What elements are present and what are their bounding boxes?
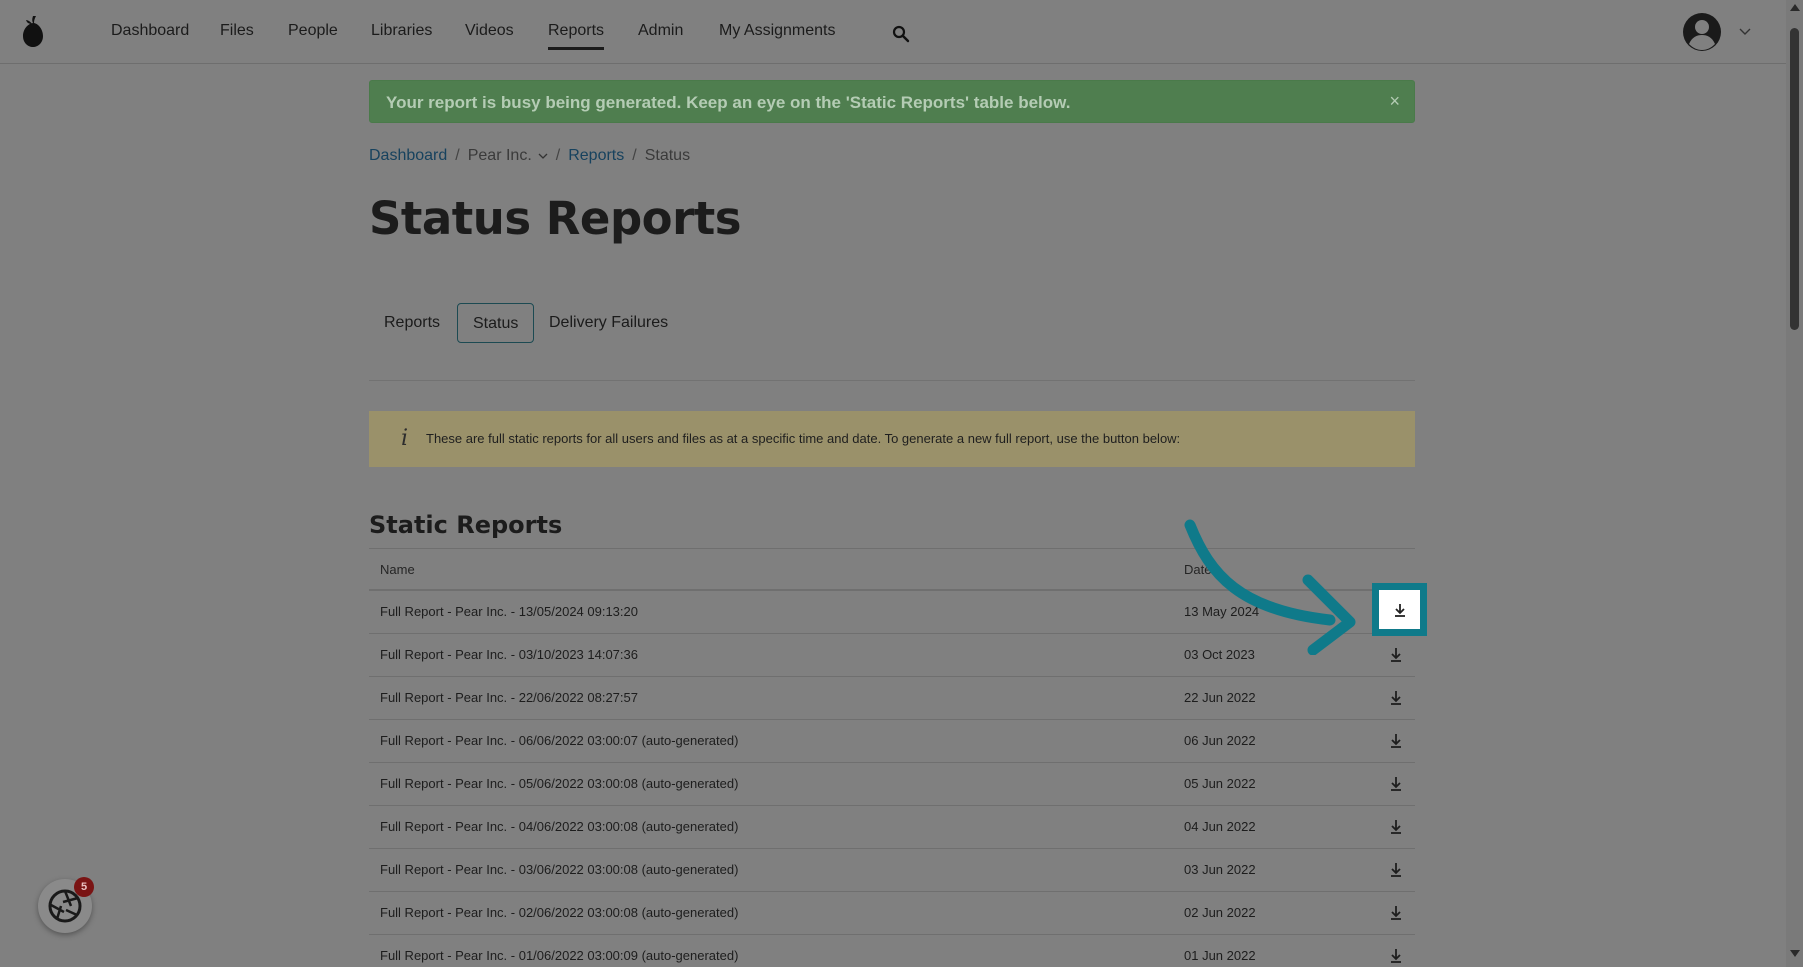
close-icon[interactable]: × [1389,91,1400,112]
report-name-cell: Full Report - Pear Inc. - 06/06/2022 03:… [380,733,739,748]
tab-reports[interactable]: Reports [369,303,455,343]
table-row: Full Report - Pear Inc. - 04/06/2022 03:… [369,806,1415,849]
report-date-cell: 06 Jun 2022 [1184,733,1256,748]
report-name-cell: Full Report - Pear Inc. - 03/10/2023 14:… [380,647,638,662]
report-name-cell: Full Report - Pear Inc. - 02/06/2022 03:… [380,905,739,920]
download-icon[interactable] [1387,947,1405,965]
scroll-thumb[interactable] [1790,28,1799,330]
annotation-arrow [1184,519,1356,655]
download-icon[interactable] [1387,818,1405,836]
table-row: Full Report - Pear Inc. - 01/06/2022 03:… [369,935,1415,967]
breadcrumb: Dashboard / Pear Inc. / Reports / Status [369,147,690,165]
table-row: Full Report - Pear Inc. - 22/06/2022 08:… [369,677,1415,720]
breadcrumb-separator: / [632,147,637,164]
highlighted-download-button[interactable] [1372,583,1427,636]
help-widget-button[interactable]: 5 [38,877,94,933]
download-icon[interactable] [1387,689,1405,707]
breadcrumb-reports[interactable]: Reports [568,147,624,164]
nav-reports[interactable]: Reports [548,22,605,50]
table-row: Full Report - Pear Inc. - 06/06/2022 03:… [369,720,1415,763]
chevron-down-icon [538,153,548,159]
nav-videos[interactable]: Videos [465,22,514,40]
report-date-cell: 02 Jun 2022 [1184,905,1256,920]
top-nav: Dashboard Files People Libraries Videos … [0,0,1786,64]
report-date-cell: 03 Jun 2022 [1184,862,1256,877]
pear-logo-icon[interactable] [20,14,46,48]
scroll-up-arrow-icon[interactable] [1790,4,1800,11]
table-row: Full Report - Pear Inc. - 02/06/2022 03:… [369,892,1415,935]
notification-badge: 5 [74,877,94,897]
report-date-cell: 01 Jun 2022 [1184,948,1256,963]
nav-people[interactable]: People [288,22,338,40]
divider [369,380,1415,381]
app-window: Dashboard Files People Libraries Videos … [0,0,1786,967]
nav-libraries[interactable]: Libraries [371,22,432,40]
scroll-down-arrow-icon[interactable] [1790,950,1800,957]
nav-my-assignments[interactable]: My Assignments [719,22,835,40]
breadcrumb-separator: / [555,147,561,164]
chevron-down-icon[interactable] [1738,26,1752,36]
report-date-cell: 05 Jun 2022 [1184,776,1256,791]
download-icon[interactable] [1387,861,1405,879]
tab-delivery-failures[interactable]: Delivery Failures [534,303,683,343]
report-date-cell: 22 Jun 2022 [1184,690,1256,705]
table-row: Full Report - Pear Inc. - 03/06/2022 03:… [369,849,1415,892]
user-avatar-icon[interactable] [1682,12,1722,52]
report-name-cell: Full Report - Pear Inc. - 04/06/2022 03:… [380,819,739,834]
nav-files[interactable]: Files [220,22,254,40]
download-icon [1395,604,1405,617]
success-alert: Your report is busy being generated. Kee… [369,80,1415,123]
report-date-cell: 04 Jun 2022 [1184,819,1256,834]
breadcrumb-separator: / [455,147,460,164]
report-name-cell: Full Report - Pear Inc. - 22/06/2022 08:… [380,690,638,705]
breadcrumb-org-dropdown[interactable]: Pear Inc. [468,147,548,164]
nav-admin[interactable]: Admin [638,22,683,40]
download-icon[interactable] [1387,775,1405,793]
info-text: These are full static reports for all us… [426,431,1181,446]
info-icon: i [401,426,409,451]
breadcrumb-org-label: Pear Inc. [467,147,532,164]
vertical-scrollbar[interactable] [1786,0,1803,967]
nav-dashboard[interactable]: Dashboard [111,22,189,40]
section-title: Static Reports [369,511,563,539]
tab-status[interactable]: Status [457,303,535,343]
column-header-name: Name [380,562,415,577]
alert-message: Your report is busy being generated. Kee… [386,93,1071,112]
breadcrumb-current: Status [644,147,691,164]
page-title: Status Reports [369,192,742,245]
report-name-cell: Full Report - Pear Inc. - 03/06/2022 03:… [380,862,739,877]
search-icon[interactable] [892,25,910,43]
info-note: i These are full static reports for all … [369,411,1415,467]
report-name-cell: Full Report - Pear Inc. - 01/06/2022 03:… [380,948,739,963]
download-icon[interactable] [1387,904,1405,922]
breadcrumb-dashboard[interactable]: Dashboard [369,147,447,164]
table-row: Full Report - Pear Inc. - 05/06/2022 03:… [369,763,1415,806]
download-icon[interactable] [1387,646,1405,664]
report-name-cell: Full Report - Pear Inc. - 05/06/2022 03:… [380,776,739,791]
download-icon[interactable] [1387,732,1405,750]
report-name-cell: Full Report - Pear Inc. - 13/05/2024 09:… [380,604,638,619]
